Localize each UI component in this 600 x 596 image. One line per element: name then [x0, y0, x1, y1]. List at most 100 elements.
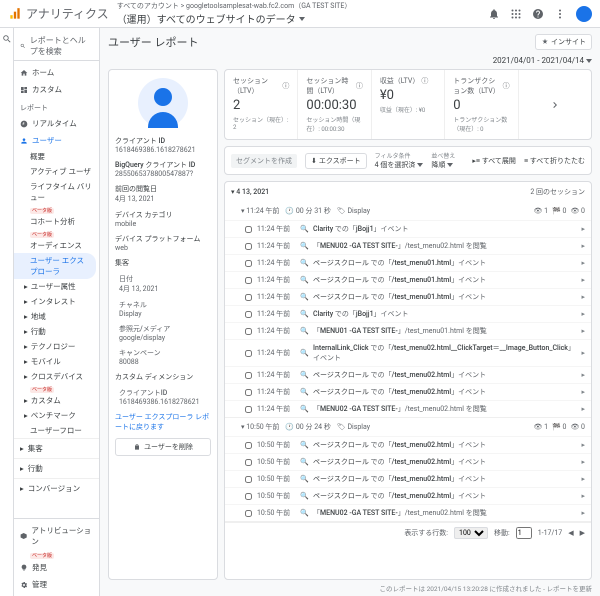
nav-user-interest[interactable]: ▸ インタレスト	[14, 294, 99, 309]
metric-next[interactable]	[519, 70, 591, 139]
timeline-row: 10:50 午前🔍ページスクロール での「/test_menu02.html」イ…	[225, 436, 591, 453]
expand-row[interactable]: ▸	[581, 242, 585, 250]
magnifier-icon: 🔍	[300, 242, 308, 250]
expand-row[interactable]: ▸	[581, 327, 585, 335]
export-button[interactable]: ⬇ エクスポート	[305, 153, 367, 169]
row-checkbox[interactable]	[245, 389, 252, 396]
row-checkbox[interactable]	[245, 226, 252, 233]
nav-user-active[interactable]: アクティブ ユーザ	[14, 164, 99, 179]
nav-user-overview[interactable]: 概要	[14, 149, 99, 164]
brand-text: アナリティクス	[26, 5, 109, 22]
expand-row[interactable]: ▸	[581, 458, 585, 466]
expand-row[interactable]: ▸	[581, 310, 585, 318]
page-next[interactable]: ▶	[580, 529, 585, 537]
profile-field: クライアント ID1618469386.1618278621	[115, 136, 211, 154]
nav-user-behavior[interactable]: ▸ 行動	[14, 324, 99, 339]
help-icon[interactable]: ⓘ	[282, 81, 289, 91]
row-checkbox[interactable]	[245, 493, 252, 500]
user-avatar[interactable]	[576, 6, 592, 22]
sort-select[interactable]: 降順	[431, 160, 455, 170]
timeline-date-header[interactable]: ▾ 4 13, 20212 回のセッション	[225, 182, 591, 202]
beta-badge: ベータ版	[30, 232, 54, 238]
expand-row[interactable]: ▸	[581, 259, 585, 267]
expand-row[interactable]: ▸	[581, 371, 585, 379]
expand-row[interactable]: ▸	[581, 509, 585, 517]
help-icon[interactable]: ⓘ	[503, 81, 510, 91]
nav-user-geo[interactable]: ▸ 地域	[14, 309, 99, 324]
row-checkbox[interactable]	[245, 328, 252, 335]
help-icon[interactable]	[532, 8, 544, 20]
nav-user-cross[interactable]: ▸ クロスデバイス	[14, 369, 99, 384]
magnifier-icon: 🔍	[300, 371, 308, 379]
expand-row[interactable]: ▸	[581, 349, 585, 357]
page-prev[interactable]: ◀	[568, 529, 573, 537]
create-segment[interactable]: セグメントを作成	[231, 154, 297, 168]
expand-row[interactable]: ▸	[581, 475, 585, 483]
row-checkbox[interactable]	[245, 372, 252, 379]
row-checkbox[interactable]	[245, 406, 252, 413]
filter-select[interactable]: 4 個を選択済	[375, 160, 424, 170]
nav-user-explorer[interactable]: ユーザー エクスプローラ	[14, 253, 96, 279]
help-icon[interactable]: ⓘ	[421, 76, 428, 86]
session-header[interactable]: ▾ 11:24 午前🕐 00 分 31 秒🏷 Display👁 1🏁 0👁 0	[225, 202, 591, 220]
row-checkbox[interactable]	[245, 311, 252, 318]
expand-row[interactable]: ▸	[581, 492, 585, 500]
nav-user-mobile[interactable]: ▸ モバイル	[14, 354, 99, 369]
timeline-row: 11:24 午前🔍「MENU01 -GA TEST SITE-」/test_me…	[225, 322, 591, 339]
nav-user-tech[interactable]: ▸ テクノロジー	[14, 339, 99, 354]
bell-icon[interactable]	[488, 8, 500, 20]
nav-discover[interactable]: 発見	[14, 559, 99, 576]
expand-all[interactable]: ▸≡ すべて展開	[472, 156, 516, 166]
row-checkbox[interactable]	[245, 510, 252, 517]
nav-user-cohort[interactable]: コホート分析	[14, 214, 99, 229]
nav-admin[interactable]: 管理	[14, 576, 99, 593]
clock-icon	[20, 120, 28, 128]
row-checkbox[interactable]	[245, 459, 252, 466]
nav-user-cust[interactable]: ▸ カスタム	[14, 393, 99, 408]
nav-realtime[interactable]: リアルタイム	[14, 115, 99, 132]
search-icon[interactable]	[2, 34, 12, 44]
session-header[interactable]: ▾ 10:50 午前🕐 00 分 24 秒🏷 Display👁 1🏁 0👁 0	[225, 418, 591, 436]
row-checkbox[interactable]	[245, 260, 252, 267]
expand-row[interactable]: ▸	[581, 441, 585, 449]
account-path: すべてのアカウント > googletoolsamplesat-wab.fc2.…	[117, 1, 352, 11]
ga-logo[interactable]: アナリティクス	[8, 5, 109, 22]
goto-input[interactable]	[516, 527, 532, 539]
nav-user-audience[interactable]: オーディエンス	[14, 238, 99, 253]
insight-button[interactable]: インサイト	[535, 34, 592, 50]
row-checkbox[interactable]	[245, 294, 252, 301]
expand-row[interactable]: ▸	[581, 276, 585, 284]
apps-icon[interactable]	[510, 8, 522, 20]
nav-user-attr[interactable]: ▸ ユーザー属性	[14, 279, 99, 294]
nav-attribution[interactable]: アトリビューション	[14, 522, 99, 550]
nav-behavior[interactable]: ▸行動	[14, 458, 99, 478]
rows-per-page[interactable]: 100	[454, 527, 488, 539]
row-checkbox[interactable]	[245, 442, 252, 449]
nav-home[interactable]: ホーム	[14, 64, 99, 81]
nav-custom[interactable]: カスタム	[14, 81, 99, 98]
more-vert-icon[interactable]	[554, 8, 566, 20]
nav-conversion[interactable]: ▸コンバージョン	[14, 478, 99, 498]
nav-search[interactable]: レポートとヘルプを検索	[14, 32, 99, 61]
expand-row[interactable]: ▸	[581, 293, 585, 301]
nav-acquisition[interactable]: ▸集客	[14, 438, 99, 458]
nav-user-ltv[interactable]: ライフタイム バリュー	[14, 179, 99, 205]
explorer-back-link[interactable]: ユーザー エクスプローラ レポートに戻ります	[115, 412, 211, 432]
timeline-row: 11:24 午前🔍Clarity での「jBojj1」イベント▸	[225, 220, 591, 237]
expand-row[interactable]: ▸	[581, 405, 585, 413]
nav-user-bench[interactable]: ▸ ベンチマーク	[14, 408, 99, 423]
property-selector[interactable]: すべてのアカウント > googletoolsamplesat-wab.fc2.…	[117, 1, 352, 26]
row-checkbox[interactable]	[245, 350, 252, 357]
expand-row[interactable]: ▸	[581, 388, 585, 396]
date-range-picker[interactable]: 2021/04/01 - 2021/04/14	[100, 56, 600, 69]
metric-card: 収益（LTV） ⓘ¥0収益（現在）: ¥0	[372, 70, 445, 139]
nav-user-flow[interactable]: ユーザーフロー	[14, 423, 99, 438]
collapse-all[interactable]: ≡ すべて折りたたむ	[524, 156, 585, 166]
row-checkbox[interactable]	[245, 277, 252, 284]
expand-row[interactable]: ▸	[581, 225, 585, 233]
row-checkbox[interactable]	[245, 243, 252, 250]
nav-user[interactable]: ユーザー	[14, 132, 99, 149]
row-checkbox[interactable]	[245, 476, 252, 483]
delete-user-button[interactable]: ユーザーを削除	[115, 438, 211, 456]
help-icon[interactable]: ⓘ	[356, 81, 363, 91]
